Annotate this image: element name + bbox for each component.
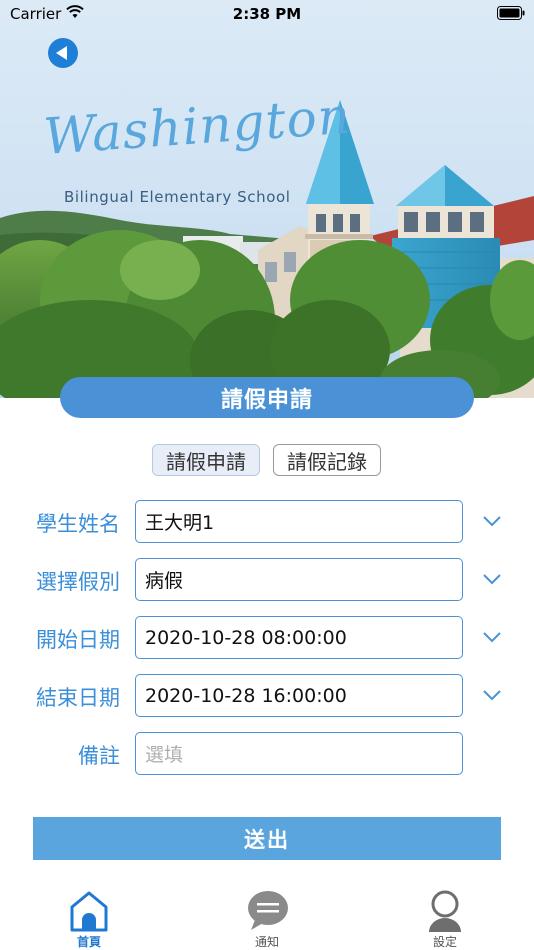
chevron-down-icon[interactable]	[483, 573, 501, 585]
tab-leave-application[interactable]: 請假申請	[152, 444, 260, 476]
house-icon	[70, 891, 108, 932]
person-icon	[429, 890, 461, 932]
leave-type-select[interactable]: 病假	[135, 558, 463, 601]
note-input[interactable]: 選填	[135, 732, 463, 775]
student-name-label: 學生姓名	[36, 512, 120, 536]
leave-type-label: 選擇假別	[36, 570, 120, 594]
chat-bubble-icon	[248, 891, 288, 930]
start-date-picker[interactable]: 2020-10-28 08:00:00	[135, 616, 463, 659]
school-name-subtitle: Bilingual Elementary School	[64, 188, 291, 206]
chevron-down-icon[interactable]	[483, 515, 501, 527]
bottom-tab-bar: 首頁 通知 設定	[0, 880, 534, 950]
tab-leave-records[interactable]: 請假記錄	[273, 444, 381, 476]
tabbar-notifications-label: 通知	[254, 935, 279, 949]
back-button[interactable]	[48, 38, 78, 68]
chevron-down-icon[interactable]	[483, 631, 501, 643]
page-title-banner: 請假申請	[60, 377, 474, 418]
status-time: 2:38 PM	[232, 5, 302, 23]
end-date-label: 結束日期	[36, 686, 120, 710]
student-name-select[interactable]: 王大明1	[135, 500, 463, 543]
status-bar: Carrier 2:38 PM	[0, 0, 534, 28]
tabbar-settings-label: 設定	[432, 935, 457, 949]
tabbar-home[interactable]: 首頁	[49, 880, 129, 950]
chevron-down-icon[interactable]	[483, 689, 501, 701]
tabbar-home-label: 首頁	[76, 935, 101, 949]
tabbar-settings[interactable]: 設定	[405, 880, 485, 950]
tabbar-notifications[interactable]: 通知	[227, 880, 307, 950]
end-date-picker[interactable]: 2020-10-28 16:00:00	[135, 674, 463, 717]
note-label: 備註	[78, 744, 120, 768]
battery-icon	[497, 6, 525, 20]
submit-button[interactable]: 送出	[33, 817, 501, 860]
start-date-label: 開始日期	[36, 628, 120, 652]
